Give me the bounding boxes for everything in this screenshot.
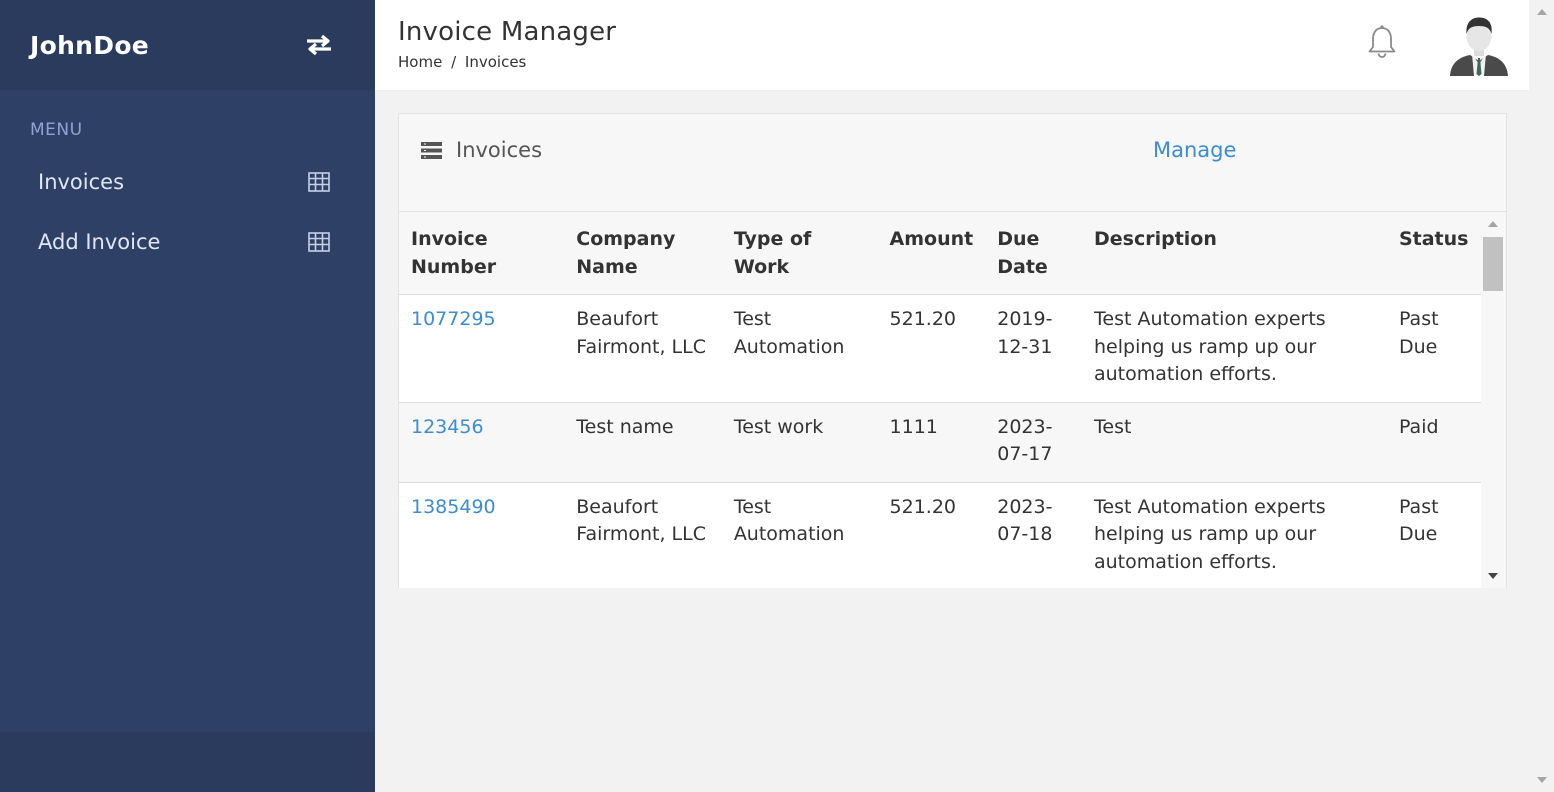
description-cell: Test xyxy=(1082,402,1387,483)
amount-cell: 521.20 xyxy=(877,482,986,588)
company-name-cell: Beaufort Fairmont, LLC xyxy=(564,482,722,588)
manage-link[interactable]: Manage xyxy=(1153,138,1236,162)
sidebar-item-invoices[interactable]: Invoices xyxy=(0,152,375,212)
page-scrollbar[interactable] xyxy=(1529,0,1554,792)
table-header-row: Invoice Number Company Name Type of Work… xyxy=(399,212,1481,295)
type-of-work-cell: Test work xyxy=(721,402,878,483)
status-cell: Paid xyxy=(1386,402,1481,483)
description-cell: Test Automation experts helping us ramp … xyxy=(1082,482,1387,588)
sidebar-item-label: Invoices xyxy=(38,170,125,194)
scroll-up-arrow-icon[interactable] xyxy=(1488,221,1498,227)
column-header-type-of-work[interactable]: Type of Work xyxy=(721,212,878,295)
company-name-cell: Test name xyxy=(564,402,722,483)
bell-icon[interactable] xyxy=(1365,24,1399,60)
invoice-number-link[interactable]: 1077295 xyxy=(399,294,565,403)
column-header-invoice-number[interactable]: Invoice Number xyxy=(399,212,565,295)
column-header-description[interactable]: Description xyxy=(1082,212,1387,295)
description-cell: Test Automation experts helping us ramp … xyxy=(1082,294,1387,403)
page-title: Invoice Manager xyxy=(398,17,617,47)
avatar[interactable] xyxy=(1448,14,1510,76)
scroll-down-arrow-icon[interactable] xyxy=(1537,777,1547,783)
invoice-number-link[interactable]: 123456 xyxy=(399,402,565,483)
status-cell: Past Due xyxy=(1386,482,1481,588)
due-date-cell: 2023-07-17 xyxy=(985,402,1082,483)
invoice-table: Invoice Number Company Name Type of Work… xyxy=(399,212,1481,588)
sidebar-item-label: Add Invoice xyxy=(38,230,161,254)
toggle-sidebar-icon[interactable] xyxy=(303,31,335,59)
brand-name: JohnDoe xyxy=(30,30,150,60)
sidebar-header: JohnDoe xyxy=(0,0,375,90)
column-header-amount[interactable]: Amount xyxy=(877,212,986,295)
breadcrumb: Home / Invoices xyxy=(398,53,530,71)
sidebar-footer xyxy=(0,732,375,792)
list-icon xyxy=(421,142,442,160)
column-header-status[interactable]: Status xyxy=(1386,212,1481,295)
table-scrollbar[interactable] xyxy=(1481,212,1506,588)
type-of-work-cell: Test Automation xyxy=(721,482,878,588)
invoices-card: Invoices Manage Invoice Number Company N… xyxy=(398,113,1507,588)
column-header-due-date[interactable]: Due Date xyxy=(985,212,1082,295)
scroll-up-arrow-icon[interactable] xyxy=(1537,9,1547,15)
column-header-company-name[interactable]: Company Name xyxy=(564,212,722,295)
invoice-table-container: Invoice Number Company Name Type of Work… xyxy=(399,212,1481,588)
type-of-work-cell: Test Automation xyxy=(721,294,878,403)
card-title: Invoices xyxy=(456,138,543,162)
card-header: Invoices Manage xyxy=(399,114,1506,212)
invoice-number-link[interactable]: 1385490 xyxy=(399,482,565,588)
breadcrumb-current: Invoices xyxy=(464,53,527,71)
table-row: 123456 Test name Test work 1111 2023-07-… xyxy=(399,402,1481,483)
table-row: 1077295 Beaufort Fairmont, LLC Test Auto… xyxy=(399,294,1481,403)
company-name-cell: Beaufort Fairmont, LLC xyxy=(564,294,722,403)
amount-cell: 521.20 xyxy=(877,294,986,403)
breadcrumb-home[interactable]: Home xyxy=(398,53,442,71)
scrollbar-thumb[interactable] xyxy=(1483,237,1503,291)
due-date-cell: 2023-07-18 xyxy=(985,482,1082,588)
status-cell: Past Due xyxy=(1386,294,1481,403)
due-date-cell: 2019-12-31 xyxy=(985,294,1082,403)
menu-label: MENU xyxy=(30,120,83,140)
sidebar: JohnDoe MENU Invoices Add Invoice xyxy=(0,0,375,792)
grid-icon xyxy=(308,232,330,252)
grid-icon xyxy=(308,172,330,192)
scroll-down-arrow-icon[interactable] xyxy=(1488,573,1498,579)
sidebar-item-add-invoice[interactable]: Add Invoice xyxy=(0,212,375,272)
breadcrumb-separator: / xyxy=(451,53,457,71)
top-bar: Invoice Manager Home / Invoices xyxy=(375,0,1529,90)
amount-cell: 1111 xyxy=(877,402,986,483)
table-row: 1385490 Beaufort Fairmont, LLC Test Auto… xyxy=(399,482,1481,588)
